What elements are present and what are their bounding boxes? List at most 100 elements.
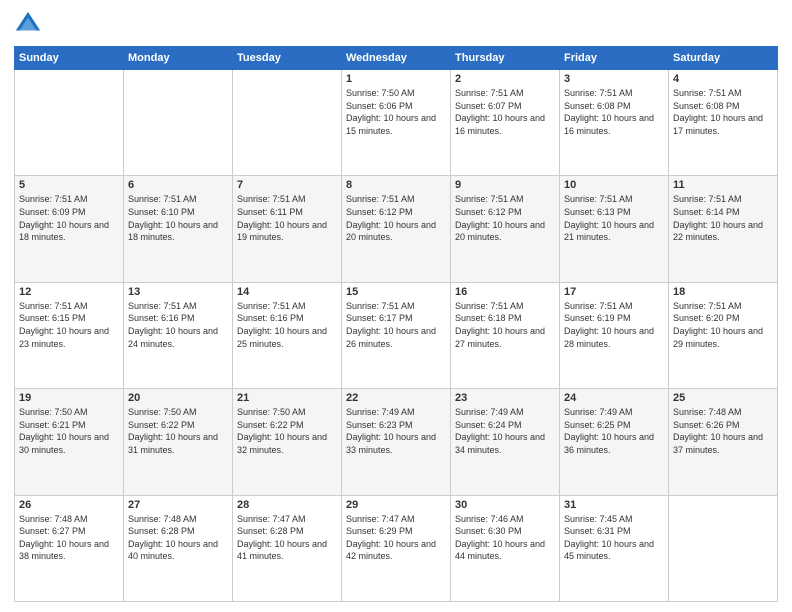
calendar-cell: 5 Sunrise: 7:51 AMSunset: 6:09 PMDaylight…	[15, 176, 124, 282]
calendar-cell	[669, 495, 778, 601]
day-number: 31	[564, 499, 664, 511]
day-number: 18	[673, 286, 773, 298]
day-info: Sunrise: 7:51 AMSunset: 6:17 PMDaylight:…	[346, 300, 446, 350]
day-info: Sunrise: 7:51 AMSunset: 6:20 PMDaylight:…	[673, 300, 773, 350]
weekday-header-friday: Friday	[560, 47, 669, 70]
calendar-cell	[233, 70, 342, 176]
calendar-cell: 30Sunrise: 7:46 AMSunset: 6:30 PMDayligh…	[451, 495, 560, 601]
calendar-cell: 25 Sunrise: 7:48 AMSunset: 6:26 PMDayligh…	[669, 389, 778, 495]
calendar-cell: 19 Sunrise: 7:50 AMSunset: 6:21 PMDayligh…	[15, 389, 124, 495]
day-info: Sunrise: 7:51 AMSunset: 6:09 PMDaylight:…	[19, 193, 119, 243]
day-info: Sunrise: 7:47 AMSunset: 6:28 PMDaylight:…	[237, 513, 337, 563]
calendar-cell: 31 Sunrise: 7:45 AMSunset: 6:31 PMDayligh…	[560, 495, 669, 601]
day-info: Sunrise: 7:51 AMSunset: 6:12 PMDaylight:…	[455, 193, 555, 243]
calendar-cell: 15 Sunrise: 7:51 AMSunset: 6:17 PMDayligh…	[342, 282, 451, 388]
day-info: Sunrise: 7:51 AMSunset: 6:10 PMDaylight:…	[128, 193, 228, 243]
calendar-cell: 9 Sunrise: 7:51 AMSunset: 6:12 PMDaylight…	[451, 176, 560, 282]
calendar-cell: 16 Sunrise: 7:51 AMSunset: 6:18 PMDayligh…	[451, 282, 560, 388]
calendar-cell: 26 Sunrise: 7:48 AMSunset: 6:27 PMDayligh…	[15, 495, 124, 601]
day-number: 12	[19, 286, 119, 298]
calendar-cell: 1 Sunrise: 7:50 AMSunset: 6:06 PMDaylight…	[342, 70, 451, 176]
day-info: Sunrise: 7:45 AMSunset: 6:31 PMDaylight:…	[564, 513, 664, 563]
weekday-header-wednesday: Wednesday	[342, 47, 451, 70]
day-info: Sunrise: 7:49 AMSunset: 6:25 PMDaylight:…	[564, 406, 664, 456]
calendar-table: SundayMondayTuesdayWednesdayThursdayFrid…	[14, 46, 778, 602]
day-number: 21	[237, 392, 337, 404]
day-number: 13	[128, 286, 228, 298]
week-row-2: 5 Sunrise: 7:51 AMSunset: 6:09 PMDaylight…	[15, 176, 778, 282]
day-number: 29	[346, 499, 446, 511]
day-info: Sunrise: 7:47 AMSunset: 6:29 PMDaylight:…	[346, 513, 446, 563]
calendar-cell: 27 Sunrise: 7:48 AMSunset: 6:28 PMDayligh…	[124, 495, 233, 601]
week-row-4: 19 Sunrise: 7:50 AMSunset: 6:21 PMDayligh…	[15, 389, 778, 495]
day-number: 9	[455, 179, 555, 191]
calendar-cell: 21 Sunrise: 7:50 AMSunset: 6:22 PMDayligh…	[233, 389, 342, 495]
day-info: Sunrise: 7:49 AMSunset: 6:23 PMDaylight:…	[346, 406, 446, 456]
day-info: Sunrise: 7:51 AMSunset: 6:13 PMDaylight:…	[564, 193, 664, 243]
day-number: 26	[19, 499, 119, 511]
day-info: Sunrise: 7:48 AMSunset: 6:27 PMDaylight:…	[19, 513, 119, 563]
day-info: Sunrise: 7:51 AMSunset: 6:18 PMDaylight:…	[455, 300, 555, 350]
day-info: Sunrise: 7:51 AMSunset: 6:19 PMDaylight:…	[564, 300, 664, 350]
day-number: 7	[237, 179, 337, 191]
day-number: 11	[673, 179, 773, 191]
day-number: 1	[346, 73, 446, 85]
day-number: 8	[346, 179, 446, 191]
day-info: Sunrise: 7:50 AMSunset: 6:21 PMDaylight:…	[19, 406, 119, 456]
day-number: 10	[564, 179, 664, 191]
calendar-cell: 12 Sunrise: 7:51 AMSunset: 6:15 PMDayligh…	[15, 282, 124, 388]
day-info: Sunrise: 7:50 AMSunset: 6:06 PMDaylight:…	[346, 87, 446, 137]
calendar-cell: 14Sunrise: 7:51 AMSunset: 6:16 PMDayligh…	[233, 282, 342, 388]
day-number: 28	[237, 499, 337, 511]
calendar-cell: 23 Sunrise: 7:49 AMSunset: 6:24 PMDayligh…	[451, 389, 560, 495]
calendar-cell: 20 Sunrise: 7:50 AMSunset: 6:22 PMDayligh…	[124, 389, 233, 495]
day-number: 27	[128, 499, 228, 511]
day-info: Sunrise: 7:51 AMSunset: 6:14 PMDaylight:…	[673, 193, 773, 243]
weekday-header-saturday: Saturday	[669, 47, 778, 70]
calendar-cell: 3 Sunrise: 7:51 AMSunset: 6:08 PMDaylight…	[560, 70, 669, 176]
day-number: 22	[346, 392, 446, 404]
day-info: Sunrise: 7:51 AMSunset: 6:16 PMDaylight:…	[128, 300, 228, 350]
day-info: Sunrise: 7:50 AMSunset: 6:22 PMDaylight:…	[128, 406, 228, 456]
day-info: Sunrise: 7:48 AMSunset: 6:28 PMDaylight:…	[128, 513, 228, 563]
weekday-header-monday: Monday	[124, 47, 233, 70]
calendar-cell: 6Sunrise: 7:51 AMSunset: 6:10 PMDaylight…	[124, 176, 233, 282]
week-row-5: 26 Sunrise: 7:48 AMSunset: 6:27 PMDayligh…	[15, 495, 778, 601]
day-info: Sunrise: 7:51 AMSunset: 6:12 PMDaylight:…	[346, 193, 446, 243]
calendar-cell: 10 Sunrise: 7:51 AMSunset: 6:13 PMDayligh…	[560, 176, 669, 282]
day-number: 17	[564, 286, 664, 298]
weekday-header-tuesday: Tuesday	[233, 47, 342, 70]
day-number: 20	[128, 392, 228, 404]
day-number: 5	[19, 179, 119, 191]
day-number: 15	[346, 286, 446, 298]
day-number: 30	[455, 499, 555, 511]
day-info: Sunrise: 7:48 AMSunset: 6:26 PMDaylight:…	[673, 406, 773, 456]
calendar-cell: 18 Sunrise: 7:51 AMSunset: 6:20 PMDayligh…	[669, 282, 778, 388]
calendar-cell: 28 Sunrise: 7:47 AMSunset: 6:28 PMDayligh…	[233, 495, 342, 601]
logo	[14, 10, 46, 38]
day-number: 16	[455, 286, 555, 298]
day-info: Sunrise: 7:51 AMSunset: 6:15 PMDaylight:…	[19, 300, 119, 350]
day-info: Sunrise: 7:51 AMSunset: 6:08 PMDaylight:…	[564, 87, 664, 137]
calendar-cell: 22 Sunrise: 7:49 AMSunset: 6:23 PMDayligh…	[342, 389, 451, 495]
header	[14, 10, 778, 38]
calendar-cell: 2Sunrise: 7:51 AMSunset: 6:07 PMDaylight…	[451, 70, 560, 176]
day-number: 23	[455, 392, 555, 404]
day-info: Sunrise: 7:51 AMSunset: 6:07 PMDaylight:…	[455, 87, 555, 137]
week-row-1: 1 Sunrise: 7:50 AMSunset: 6:06 PMDaylight…	[15, 70, 778, 176]
calendar-cell: 13 Sunrise: 7:51 AMSunset: 6:16 PMDayligh…	[124, 282, 233, 388]
calendar-cell	[15, 70, 124, 176]
day-number: 3	[564, 73, 664, 85]
calendar-cell: 24Sunrise: 7:49 AMSunset: 6:25 PMDayligh…	[560, 389, 669, 495]
week-row-3: 12 Sunrise: 7:51 AMSunset: 6:15 PMDayligh…	[15, 282, 778, 388]
logo-icon	[14, 10, 42, 38]
calendar-cell: 4Sunrise: 7:51 AMSunset: 6:08 PMDaylight…	[669, 70, 778, 176]
day-info: Sunrise: 7:50 AMSunset: 6:22 PMDaylight:…	[237, 406, 337, 456]
calendar-cell: 8 Sunrise: 7:51 AMSunset: 6:12 PMDaylight…	[342, 176, 451, 282]
day-info: Sunrise: 7:49 AMSunset: 6:24 PMDaylight:…	[455, 406, 555, 456]
day-info: Sunrise: 7:51 AMSunset: 6:16 PMDaylight:…	[237, 300, 337, 350]
calendar-cell: 17 Sunrise: 7:51 AMSunset: 6:19 PMDayligh…	[560, 282, 669, 388]
day-number: 19	[19, 392, 119, 404]
day-number: 25	[673, 392, 773, 404]
weekday-header-row: SundayMondayTuesdayWednesdayThursdayFrid…	[15, 47, 778, 70]
